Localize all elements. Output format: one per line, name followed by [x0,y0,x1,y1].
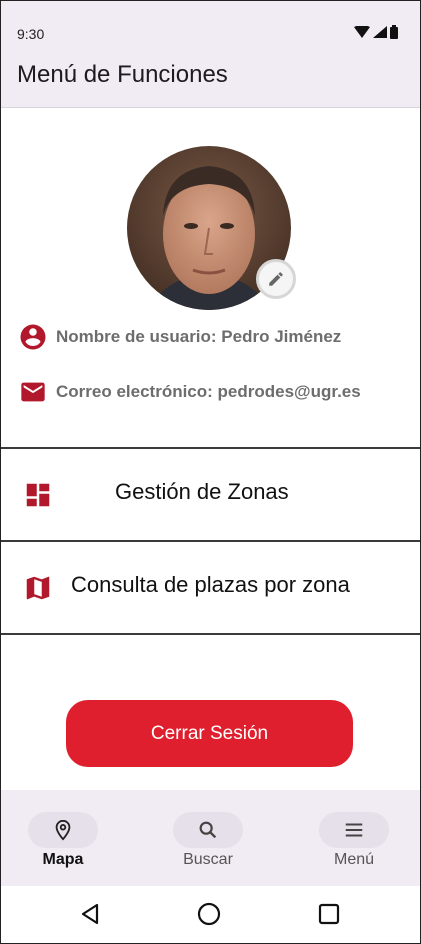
back-triangle-icon [81,903,99,925]
username-row: Nombre de usuario: Pedro Jiménez [18,322,341,352]
bottom-navigation: Mapa Buscar Menú [1,790,420,886]
battery-icon [390,25,398,39]
email-text: Correo electrónico: pedrodes@ugr.es [56,382,361,401]
signal-icon [373,26,387,38]
wifi-icon [354,26,370,38]
pencil-icon [269,272,283,286]
mail-icon [18,377,48,407]
recents-button[interactable] [311,896,347,932]
recents-square-icon [318,903,340,925]
nav-indicator [28,812,98,848]
logout-button[interactable]: Cerrar Sesión [66,700,353,767]
divider [1,633,420,635]
nav-label: Buscar [183,851,233,868]
divider [1,447,420,449]
menu-item-consulta-plazas[interactable]: Consulta de plazas por zona [1,543,420,633]
dashboard-icon [21,478,55,512]
nav-label: Menú [333,851,375,868]
nav-item-buscar[interactable]: Buscar [158,790,258,886]
email-row: Correo electrónico: pedrodes@ugr.es [18,377,361,407]
menu-item-label: Consulta de plazas por zona [71,572,350,597]
menu-icon [345,823,363,837]
status-time: 9:30 [17,26,45,42]
nav-item-menu[interactable]: Menú [304,790,404,886]
nav-indicator [173,812,243,848]
status-bar: 9:30 [1,1,420,51]
menu-item-label: Gestión de Zonas [115,479,289,504]
username-text: Nombre de usuario: Pedro Jiménez [56,327,342,346]
back-button[interactable] [72,896,108,932]
divider [1,540,420,542]
app-bar: Menú de Funciones [1,51,420,108]
home-circle-icon [197,902,221,926]
account-circle-icon [18,322,48,352]
map-icon [21,571,55,605]
nav-indicator [319,812,389,848]
menu-item-gestion-zonas[interactable]: Gestión de Zonas [1,450,420,540]
system-navigation-bar [1,886,420,942]
edit-photo-button[interactable] [256,259,296,299]
page-title: Menú de Funciones [17,61,228,88]
location-pin-icon [55,819,71,841]
nav-label: Mapa [42,851,84,868]
nav-item-mapa[interactable]: Mapa [13,790,113,886]
home-button[interactable] [191,896,227,932]
status-icons [354,25,398,39]
search-icon [199,821,217,839]
